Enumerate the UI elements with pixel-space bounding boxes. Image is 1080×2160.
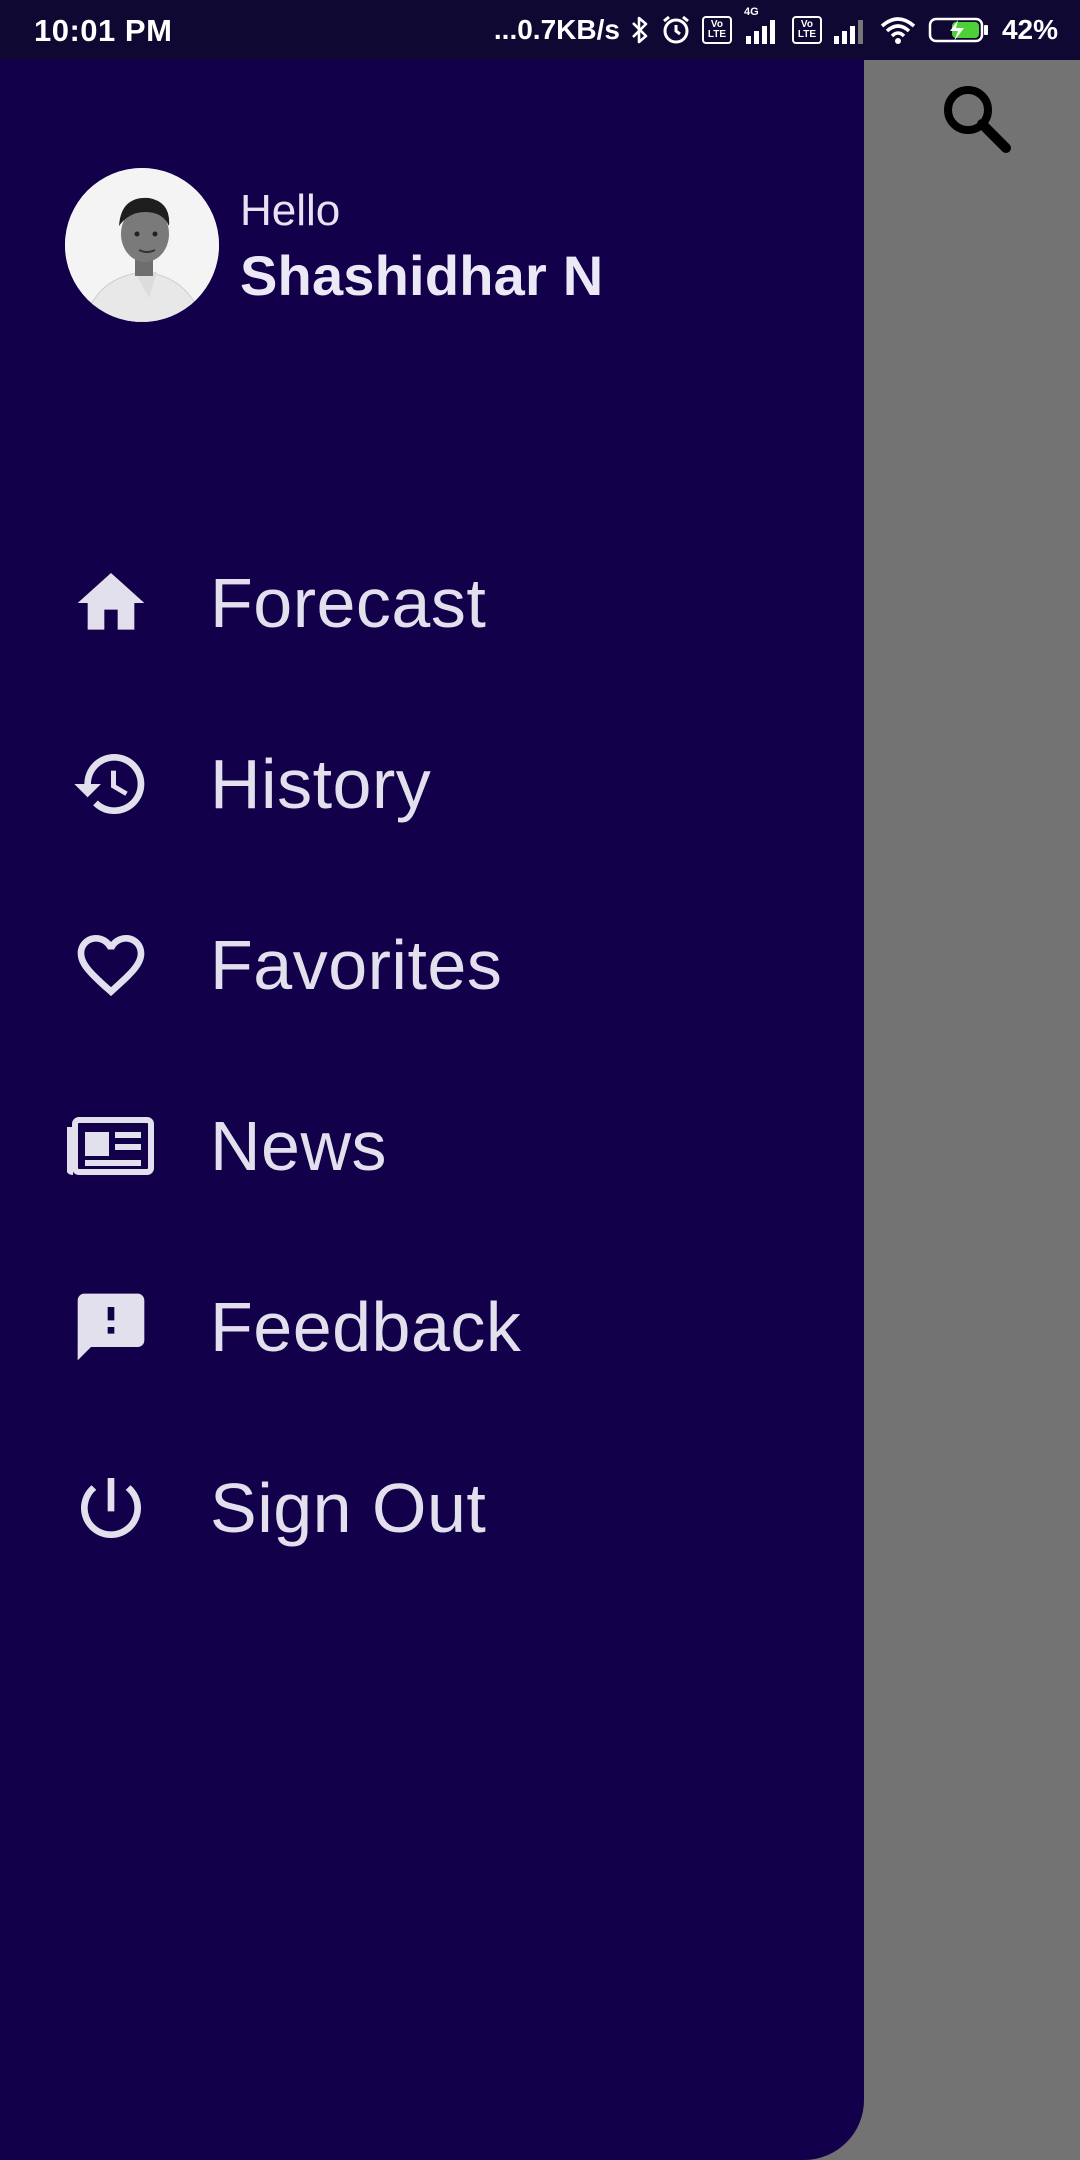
- drawer-menu: Forecast History Favorites News Feedback…: [0, 512, 864, 1598]
- power-icon: [66, 1463, 156, 1553]
- volte-icon-2: Vo LTE: [791, 16, 822, 44]
- menu-item-label: Feedback: [210, 1287, 522, 1366]
- avatar-image: [65, 168, 219, 322]
- network-type: 4G: [743, 6, 759, 18]
- menu-item-history[interactable]: History: [0, 693, 864, 874]
- menu-item-label: History: [210, 744, 432, 823]
- menu-item-label: Favorites: [210, 925, 503, 1004]
- status-icons: ...0.7KB/s Vo LTE 4G Vo LTE 42%: [493, 6, 1058, 50]
- menu-item-sign-out[interactable]: Sign Out: [0, 1417, 864, 1598]
- battery-percent: 42%: [1001, 14, 1058, 45]
- menu-item-forecast[interactable]: Forecast: [0, 512, 864, 693]
- signal-icon: 4G: [742, 6, 782, 46]
- alarm-icon: [660, 14, 692, 46]
- search-button[interactable]: [936, 78, 1016, 158]
- signal-icon-2: [832, 14, 868, 46]
- wifi-icon: [878, 14, 918, 46]
- history-icon: [66, 739, 156, 829]
- user-name: Shashidhar N: [240, 244, 604, 307]
- menu-item-favorites[interactable]: Favorites: [0, 874, 864, 1055]
- menu-item-label: News: [210, 1106, 388, 1185]
- navigation-drawer: Hello Shashidhar N Forecast History Favo…: [0, 0, 864, 2160]
- home-icon: [66, 558, 156, 648]
- volte-icon: Vo LTE: [701, 16, 732, 44]
- menu-item-news[interactable]: News: [0, 1055, 864, 1236]
- search-icon: [944, 86, 1011, 153]
- greeting: Hello: [240, 186, 341, 235]
- menu-item-feedback[interactable]: Feedback: [0, 1236, 864, 1417]
- feedback-icon: [66, 1282, 156, 1372]
- newspaper-icon: [66, 1101, 156, 1191]
- bluetooth-icon: [630, 14, 650, 46]
- heart-icon: [66, 920, 156, 1010]
- menu-item-label: Sign Out: [210, 1468, 487, 1547]
- battery-charging-icon: [928, 14, 990, 46]
- avatar[interactable]: [65, 168, 219, 322]
- net-speed: ...0.7KB/s: [493, 14, 620, 45]
- status-bar: 10:01 PM ...0.7KB/s Vo LTE 4G Vo LTE 42%: [0, 0, 1080, 60]
- menu-item-label: Forecast: [210, 563, 487, 642]
- status-time: 10:01 PM: [34, 13, 173, 48]
